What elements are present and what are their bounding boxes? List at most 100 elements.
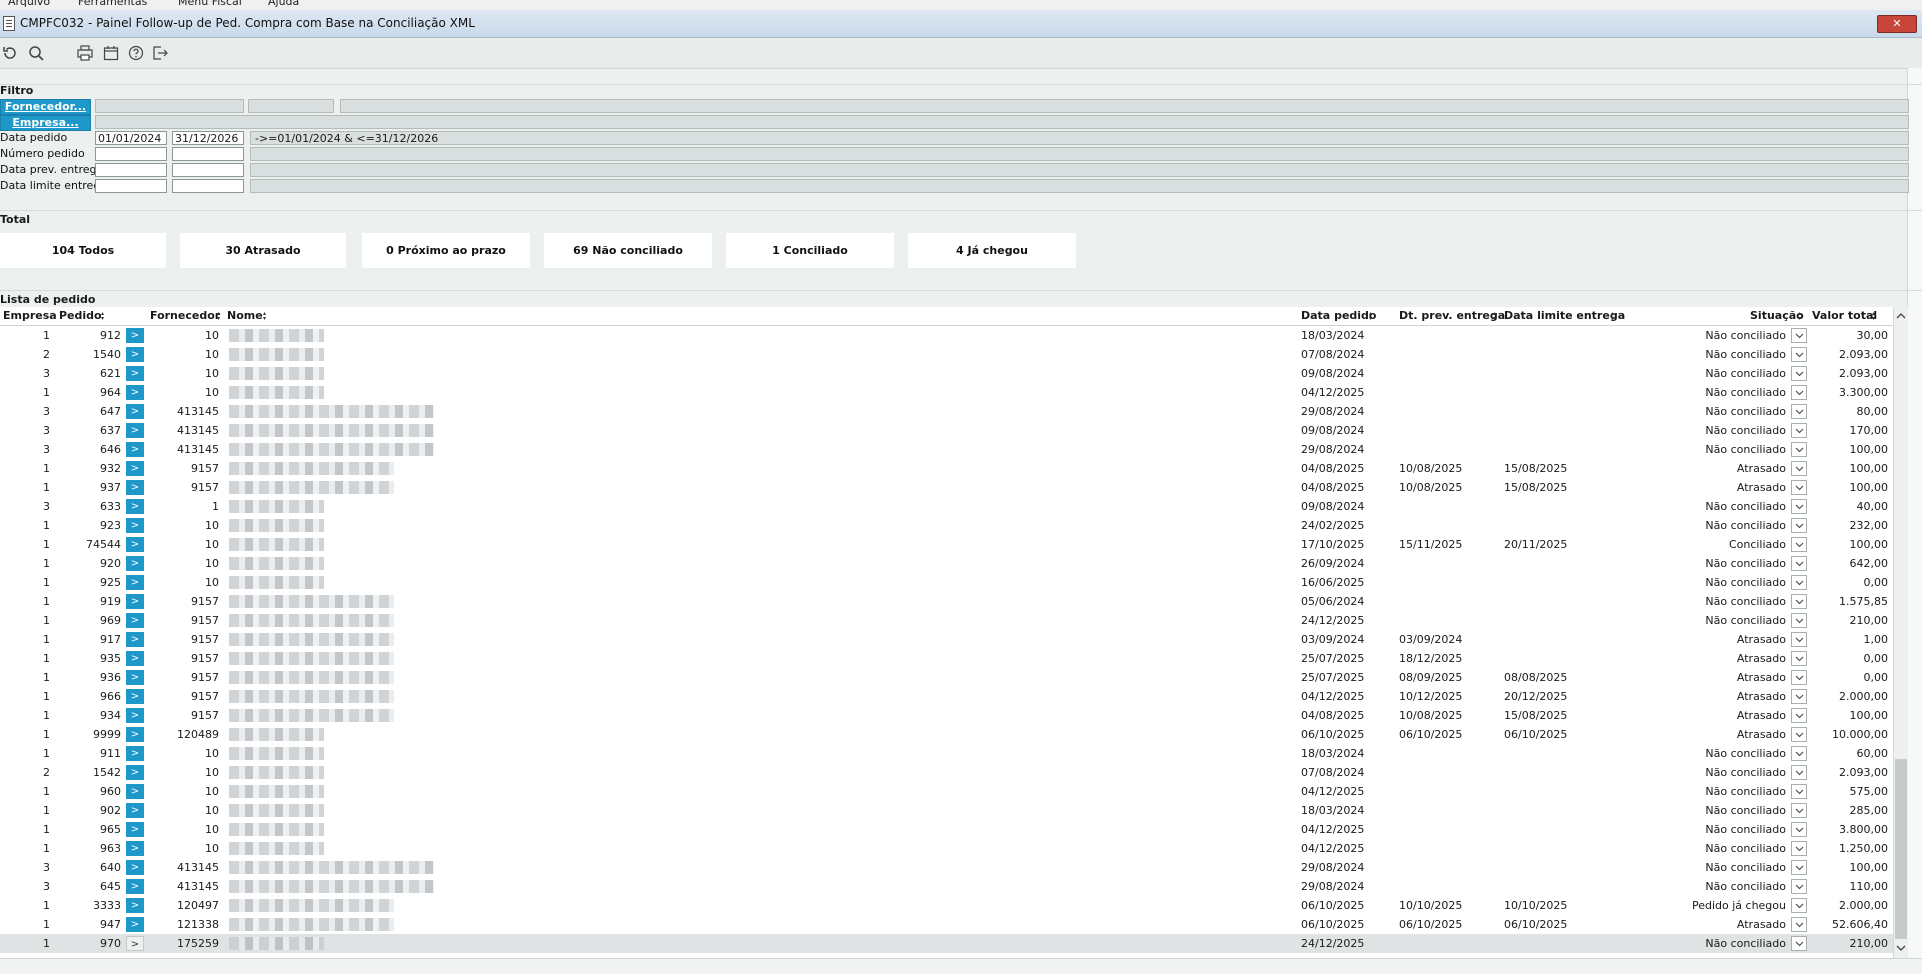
- data-limite-from-field[interactable]: [95, 179, 167, 193]
- calendar-icon[interactable]: [101, 43, 121, 63]
- open-order-button[interactable]: >: [126, 803, 144, 818]
- table-row[interactable]: 1 966 9157 >04/12/2025 10/12/2025 20/12/2025 A…: [0, 687, 1907, 706]
- chevron-down-icon[interactable]: [1791, 651, 1807, 666]
- open-order-button[interactable]: >: [126, 651, 144, 666]
- open-order-button[interactable]: >: [126, 442, 144, 457]
- open-order-button[interactable]: >: [126, 936, 144, 951]
- table-row[interactable]: 1 947 121338 >06/10/2025 06/10/2025 06/10/202…: [0, 915, 1907, 934]
- open-order-button[interactable]: >: [126, 822, 144, 837]
- table-row[interactable]: 2 1540 10 >07/08/2024 Não conciliado 2.093,00: [0, 345, 1907, 364]
- table-row[interactable]: 1 937 9157 >04/08/2025 10/08/2025 15/08/2025 A…: [0, 478, 1907, 497]
- print-icon[interactable]: [75, 43, 95, 63]
- chevron-down-icon[interactable]: [1791, 499, 1807, 514]
- open-order-button[interactable]: >: [126, 746, 144, 761]
- table-row[interactable]: 1 934 9157 >04/08/2025 10/08/2025 15/08/2025 A…: [0, 706, 1907, 725]
- table-row[interactable]: 1 935 9157 >25/07/2025 18/12/2025 Atrasado 0,0…: [0, 649, 1907, 668]
- open-order-button[interactable]: >: [126, 385, 144, 400]
- total-todos[interactable]: 104 Todos: [0, 233, 166, 268]
- table-row[interactable]: 1 902 10 >18/03/2024 Não conciliado 285,00: [0, 801, 1907, 820]
- table-row[interactable]: 3 621 10 >09/08/2024 Não conciliado 2.093,00: [0, 364, 1907, 383]
- chevron-down-icon[interactable]: [1791, 556, 1807, 571]
- chevron-down-icon[interactable]: [1791, 727, 1807, 742]
- table-row[interactable]: 3 646 413145 >29/08/2024 Não conciliado 100,0…: [0, 440, 1907, 459]
- chevron-down-icon[interactable]: [1791, 537, 1807, 552]
- chevron-down-icon[interactable]: [1791, 784, 1807, 799]
- chevron-down-icon[interactable]: [1791, 518, 1807, 533]
- chevron-down-icon[interactable]: [1791, 594, 1807, 609]
- exit-icon[interactable]: [150, 43, 170, 63]
- chevron-down-icon[interactable]: [1791, 442, 1807, 457]
- grid-scrollbar[interactable]: [1893, 307, 1908, 958]
- table-row[interactable]: 1 963 10 >04/12/2025 Não conciliado 1.250,00: [0, 839, 1907, 858]
- chevron-down-icon[interactable]: [1791, 879, 1807, 894]
- open-order-button[interactable]: >: [126, 879, 144, 894]
- sort-icon[interactable]: ▴ ▾: [1871, 309, 1876, 322]
- scroll-up-icon[interactable]: [1895, 311, 1907, 321]
- open-order-button[interactable]: >: [126, 594, 144, 609]
- chevron-down-icon[interactable]: [1791, 689, 1807, 704]
- table-row[interactable]: 2 1542 10 >07/08/2024 Não conciliado 2.093,00: [0, 763, 1907, 782]
- total-ja-chegou[interactable]: 4 Já chegou: [908, 233, 1076, 268]
- chevron-down-icon[interactable]: [1791, 746, 1807, 761]
- col-data-pedido[interactable]: Data pedido: [1301, 309, 1376, 322]
- table-row[interactable]: 1 965 10 >04/12/2025 Não conciliado 3.800,00: [0, 820, 1907, 839]
- table-row[interactable]: 1 932 9157 >04/08/2025 10/08/2025 15/08/2025 A…: [0, 459, 1907, 478]
- chevron-down-icon[interactable]: [1791, 613, 1807, 628]
- sort-icon[interactable]: ▴ ▾: [1610, 309, 1615, 322]
- col-data-limite-entrega[interactable]: Data limite entrega: [1504, 309, 1625, 322]
- total-proximo-prazo[interactable]: 0 Próximo ao prazo: [362, 233, 530, 268]
- col-nome[interactable]: Nome: [227, 309, 263, 322]
- table-row[interactable]: 3 633 1 >09/08/2024 Não conciliado 40,00: [0, 497, 1907, 516]
- sort-icon[interactable]: ▴ ▾: [1368, 309, 1373, 322]
- open-order-button[interactable]: >: [126, 347, 144, 362]
- open-order-button[interactable]: >: [126, 480, 144, 495]
- table-row[interactable]: 3 640 413145 >29/08/2024 Não conciliado 100,0…: [0, 858, 1907, 877]
- open-order-button[interactable]: >: [126, 537, 144, 552]
- open-order-button[interactable]: >: [126, 898, 144, 913]
- open-order-button[interactable]: >: [126, 860, 144, 875]
- total-conciliado[interactable]: 1 Conciliado: [726, 233, 894, 268]
- help-icon[interactable]: [126, 43, 146, 63]
- open-order-button[interactable]: >: [126, 556, 144, 571]
- table-row[interactable]: 1 970 175259 >24/12/2025 Não conciliado 210,0…: [0, 934, 1907, 953]
- col-fornecedor[interactable]: Fornecedor: [150, 309, 220, 322]
- table-row[interactable]: 1 920 10 >26/09/2024 Não conciliado 642,00: [0, 554, 1907, 573]
- data-prev-from-field[interactable]: [95, 163, 167, 177]
- table-row[interactable]: 1 960 10 >04/12/2025 Não conciliado 575,00: [0, 782, 1907, 801]
- data-pedido-to-field[interactable]: 31/12/2026: [172, 131, 244, 145]
- chevron-down-icon[interactable]: [1791, 841, 1807, 856]
- col-dt-prev-entrega[interactable]: Dt. prev. entrega: [1399, 309, 1505, 322]
- table-row[interactable]: 1 911 10 >18/03/2024 Não conciliado 60,00: [0, 744, 1907, 763]
- chevron-down-icon[interactable]: [1791, 366, 1807, 381]
- table-row[interactable]: 1 3333 120497 >06/10/2025 10/10/2025 10/10/20…: [0, 896, 1907, 915]
- open-order-button[interactable]: >: [126, 841, 144, 856]
- sort-icon[interactable]: ▴ ▾: [1492, 309, 1497, 322]
- sort-icon[interactable]: ▴ ▾: [1797, 309, 1802, 322]
- chevron-down-icon[interactable]: [1791, 328, 1807, 343]
- menu-ajuda[interactable]: Ajuda: [268, 0, 299, 8]
- chevron-down-icon[interactable]: [1791, 803, 1807, 818]
- chevron-down-icon[interactable]: [1791, 632, 1807, 647]
- col-situacao[interactable]: Situação: [1750, 309, 1804, 322]
- menu-fiscal[interactable]: Menu Fiscal: [178, 0, 242, 8]
- table-row[interactable]: 1 969 9157 >24/12/2025 Não conciliado 210,00: [0, 611, 1907, 630]
- empresa-button[interactable]: Empresa...: [0, 115, 91, 131]
- col-empresa[interactable]: Empresa: [3, 309, 57, 322]
- sort-icon[interactable]: ▴ ▾: [216, 309, 221, 322]
- chevron-down-icon[interactable]: [1791, 822, 1807, 837]
- open-order-button[interactable]: >: [126, 575, 144, 590]
- table-row[interactable]: 1 925 10 >16/06/2025 Não conciliado 0,00: [0, 573, 1907, 592]
- fornecedor-button[interactable]: Fornecedor...: [0, 99, 91, 115]
- chevron-down-icon[interactable]: [1791, 423, 1807, 438]
- data-prev-to-field[interactable]: [172, 163, 244, 177]
- numero-pedido-from-field[interactable]: [95, 147, 167, 161]
- table-row[interactable]: 1 912 10 >18/03/2024 Não conciliado 30,00: [0, 326, 1907, 345]
- table-row[interactable]: 1 9999 120489 >06/10/2025 06/10/2025 06/10/20…: [0, 725, 1907, 744]
- table-row[interactable]: 3 637 413145 >09/08/2024 Não conciliado 170,0…: [0, 421, 1907, 440]
- table-row[interactable]: 1 74544 10 >17/10/2025 15/11/2025 20/11/2025 C…: [0, 535, 1907, 554]
- table-row[interactable]: 1 919 9157 >05/06/2024 Não conciliado 1.575,8…: [0, 592, 1907, 611]
- chevron-down-icon[interactable]: [1791, 860, 1807, 875]
- open-order-button[interactable]: >: [126, 765, 144, 780]
- chevron-down-icon[interactable]: [1791, 670, 1807, 685]
- open-order-button[interactable]: >: [126, 708, 144, 723]
